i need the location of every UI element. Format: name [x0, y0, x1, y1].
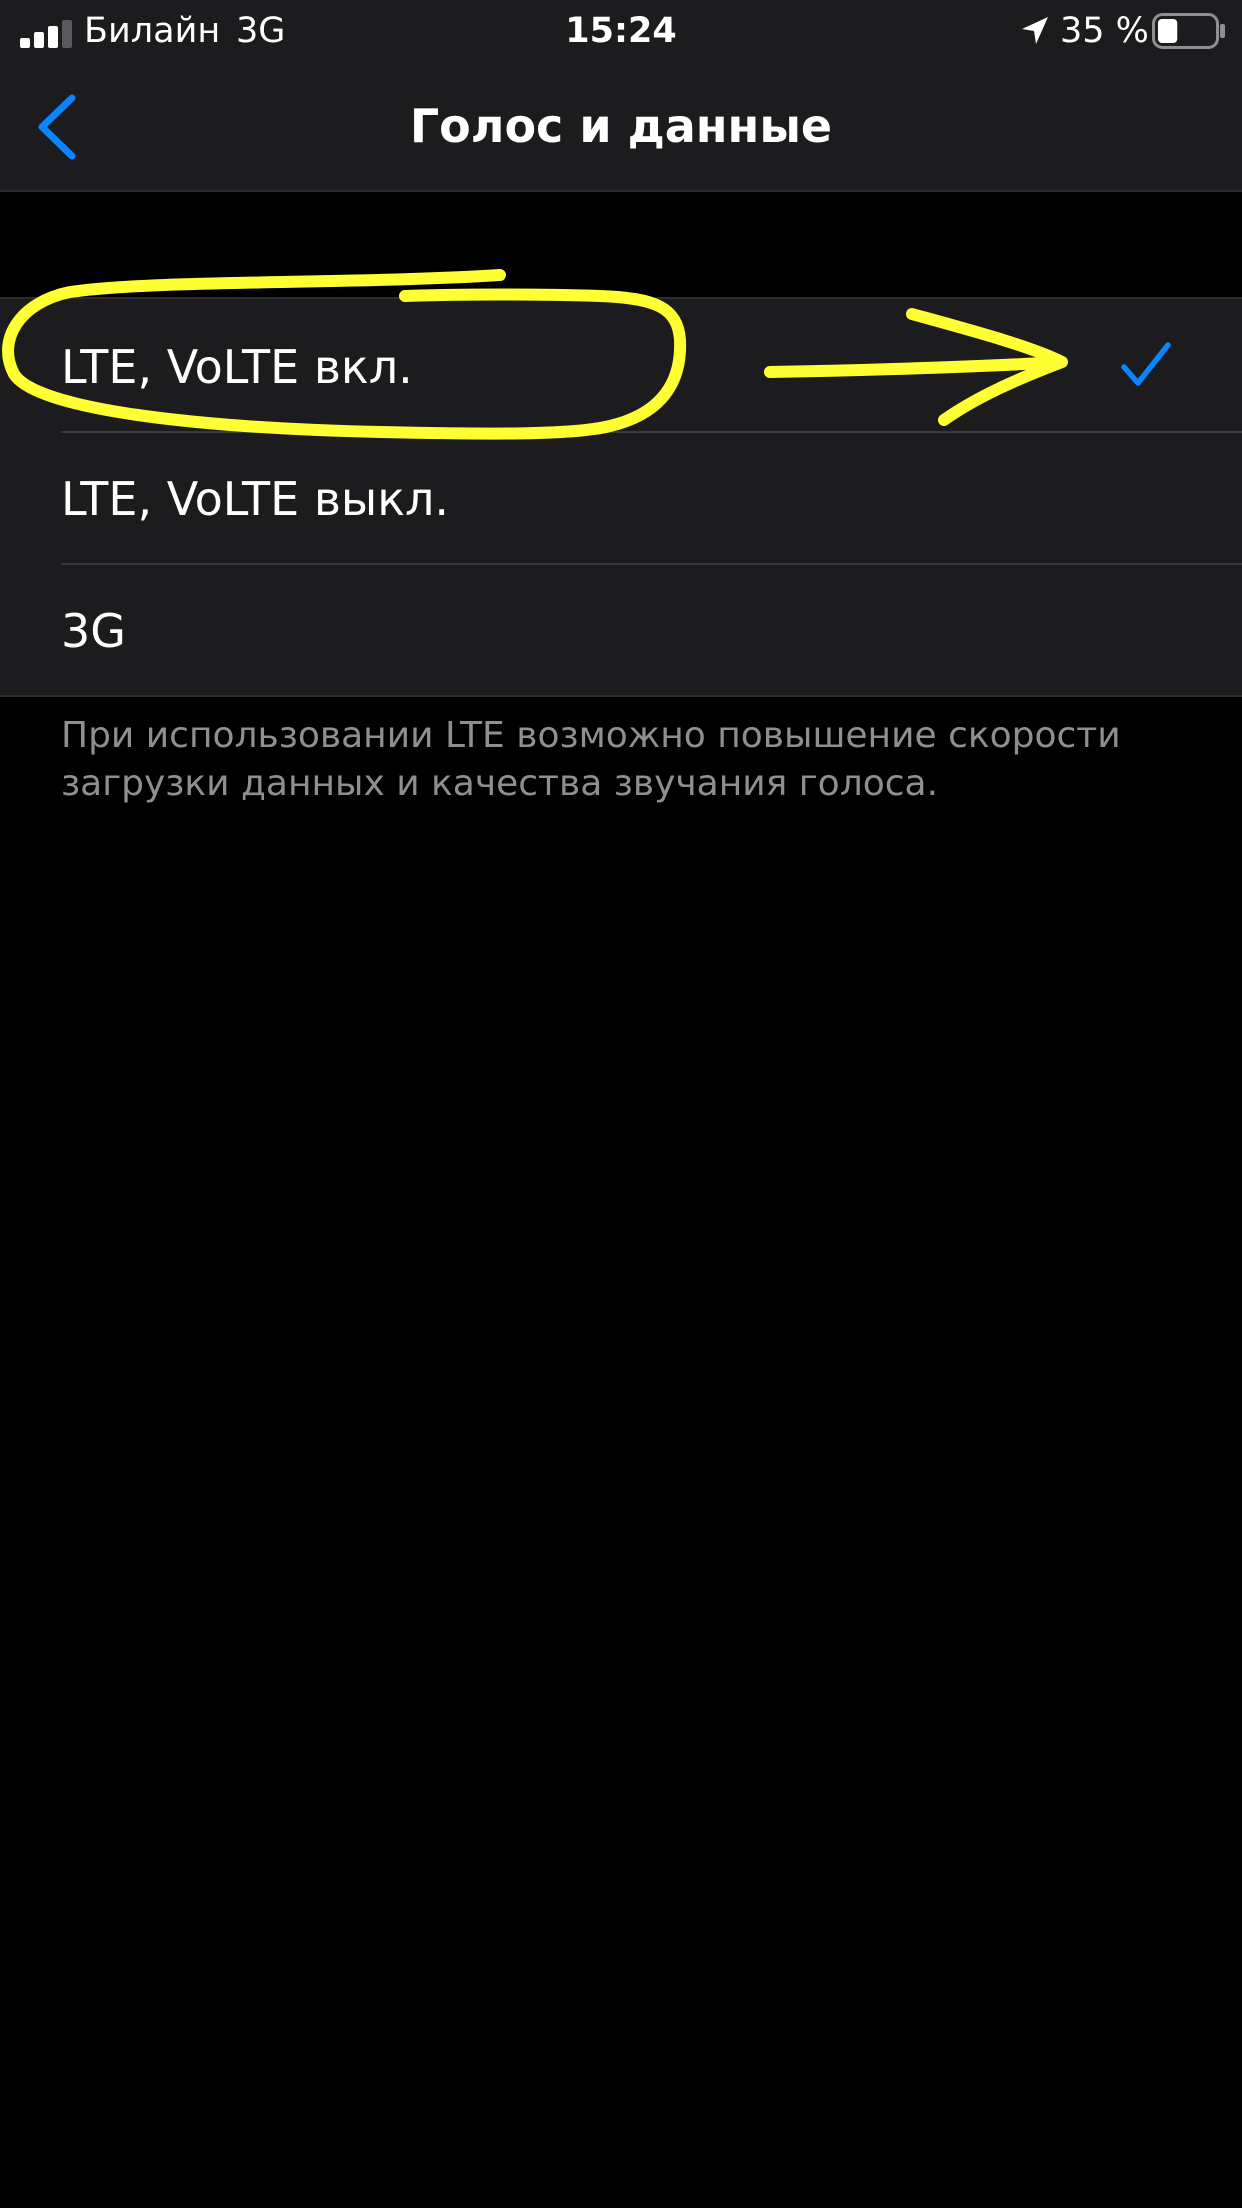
- option-label: 3G: [61, 604, 126, 658]
- network-options-list: LTE, VoLTE вкл. LTE, VoLTE выкл. 3G: [0, 297, 1242, 697]
- battery-icon: [1152, 13, 1225, 49]
- status-time: 15:24: [565, 11, 677, 51]
- option-3g[interactable]: 3G: [0, 563, 1242, 695]
- status-bar: Билайн 3G 15:24 35 %: [0, 0, 1242, 62]
- navigation-bar: Голос и данные: [0, 62, 1242, 192]
- checkmark-icon: [1121, 342, 1171, 386]
- option-lte-volte-off[interactable]: LTE, VoLTE выкл.: [0, 431, 1242, 563]
- page-title: Голос и данные: [409, 99, 833, 153]
- row-separator: [61, 563, 1242, 565]
- location-arrow-icon: [1022, 17, 1048, 44]
- row-separator: [61, 431, 1242, 433]
- option-label: LTE, VoLTE выкл.: [61, 472, 450, 526]
- option-lte-volte-on[interactable]: LTE, VoLTE вкл.: [0, 299, 1242, 431]
- footer-note: При использовании LTE возможно повышение…: [61, 715, 1121, 804]
- voice-and-data-screen: Билайн 3G 15:24 35 % Голос и данные LTE,…: [0, 0, 1242, 2208]
- battery-percent: 35 %: [1060, 11, 1149, 51]
- option-label: LTE, VoLTE вкл.: [61, 340, 413, 394]
